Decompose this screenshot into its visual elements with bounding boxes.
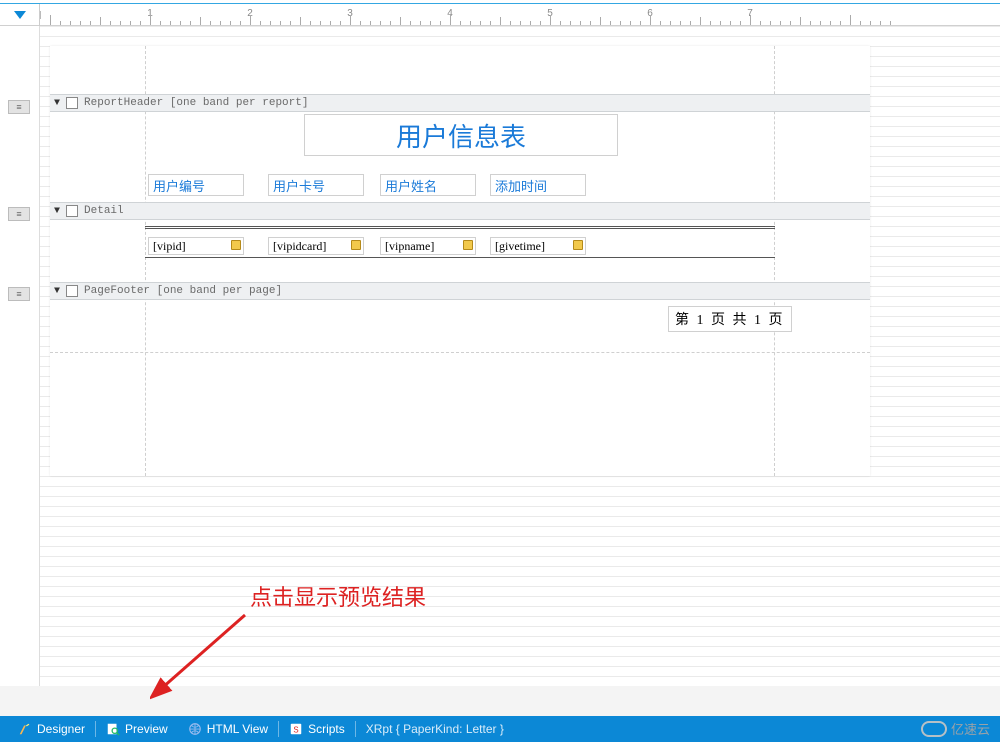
band-collapse-handle[interactable]: ≡ [8, 100, 30, 114]
annotation-text: 点击显示预览结果 [250, 580, 426, 612]
column-header[interactable]: 用户编号 [148, 174, 244, 196]
band-label: Detail [84, 205, 124, 217]
margin-guide-bottom [50, 352, 870, 353]
field-text: [vipidcard] [273, 239, 326, 254]
data-field[interactable]: [vipid] [148, 237, 244, 255]
designer-tab[interactable]: Designer [8, 716, 95, 742]
tab-label: Preview [125, 722, 168, 736]
ruler-corner[interactable] [0, 4, 40, 26]
preview-icon [106, 722, 120, 736]
column-header[interactable]: 添加时间 [490, 174, 586, 196]
report-header-icon [66, 97, 78, 109]
tab-label: Scripts [308, 722, 345, 736]
vertical-ruler[interactable]: ≡ ≡ ≡ [0, 26, 40, 686]
column-header-text: 用户姓名 [385, 176, 437, 195]
tab-label: HTML View [207, 722, 268, 736]
field-text: [vipid] [153, 239, 186, 254]
expand-icon: ▼ [54, 286, 60, 297]
ruler-marker-icon [14, 11, 26, 19]
smart-tag-icon[interactable] [463, 240, 473, 250]
paper-info-text: XRpt { PaperKind: Letter } [366, 722, 504, 736]
page-number-field[interactable]: 第 1 页 共 1 页 [668, 306, 792, 332]
smart-tag-icon[interactable] [573, 240, 583, 250]
band-header-pagefooter[interactable]: ▼ PageFooter [one band per page] [50, 282, 870, 300]
paper-info: XRpt { PaperKind: Letter } [356, 716, 514, 742]
report-canvas[interactable]: ▼ ReportHeader [one band per report] 用户信… [40, 26, 1000, 686]
expand-icon: ▼ [54, 206, 60, 217]
table-rule [145, 226, 775, 229]
page-number-text: 第 1 页 共 1 页 [675, 313, 785, 328]
report-page: ▼ ReportHeader [one band per report] 用户信… [50, 46, 870, 476]
band-label: ReportHeader [one band per report] [84, 97, 308, 109]
field-text: [givetime] [495, 239, 545, 254]
data-field[interactable]: [givetime] [490, 237, 586, 255]
column-header-text: 用户卡号 [273, 176, 325, 195]
band-header-detail[interactable]: ▼ Detail [50, 202, 870, 220]
band-collapse-handle[interactable]: ≡ [8, 207, 30, 221]
globe-icon [188, 722, 202, 736]
band-label: PageFooter [one band per page] [84, 285, 282, 297]
detail-band-icon [66, 205, 78, 217]
cloud-icon [921, 721, 947, 737]
html-view-tab[interactable]: HTML View [178, 716, 278, 742]
table-rule [145, 257, 775, 258]
column-header[interactable]: 用户姓名 [380, 174, 476, 196]
horizontal-ruler[interactable]: 1234567 [40, 4, 1000, 25]
svg-text:S: S [293, 726, 298, 735]
smart-tag-icon[interactable] [231, 240, 241, 250]
script-icon: S [289, 722, 303, 736]
watermark-text: 亿速云 [951, 719, 990, 738]
tab-label: Designer [37, 722, 85, 736]
column-header[interactable]: 用户卡号 [268, 174, 364, 196]
view-switcher-bar: Designer Preview HTML View S Scripts XRp… [0, 716, 1000, 742]
smart-tag-icon[interactable] [351, 240, 361, 250]
watermark: 亿速云 [921, 719, 990, 738]
design-surface: ≡ ≡ ≡ ▼ ReportHeader [one band per repor… [0, 26, 1000, 686]
data-field[interactable]: [vipidcard] [268, 237, 364, 255]
report-title-text: 用户信息表 [396, 117, 526, 154]
column-header-text: 添加时间 [495, 176, 547, 195]
expand-icon: ▼ [54, 98, 60, 109]
band-header-reportheader[interactable]: ▼ ReportHeader [one band per report] [50, 94, 870, 112]
annotation-arrow-icon [150, 610, 260, 700]
field-text: [vipname] [385, 239, 434, 254]
designer-icon [18, 722, 32, 736]
preview-tab[interactable]: Preview [96, 716, 178, 742]
ruler-row: 1234567 [0, 4, 1000, 26]
scripts-tab[interactable]: S Scripts [279, 716, 355, 742]
column-header-text: 用户编号 [153, 176, 205, 195]
band-collapse-handle[interactable]: ≡ [8, 287, 30, 301]
data-field[interactable]: [vipname] [380, 237, 476, 255]
report-title-field[interactable]: 用户信息表 [304, 114, 618, 156]
page-footer-icon [66, 285, 78, 297]
